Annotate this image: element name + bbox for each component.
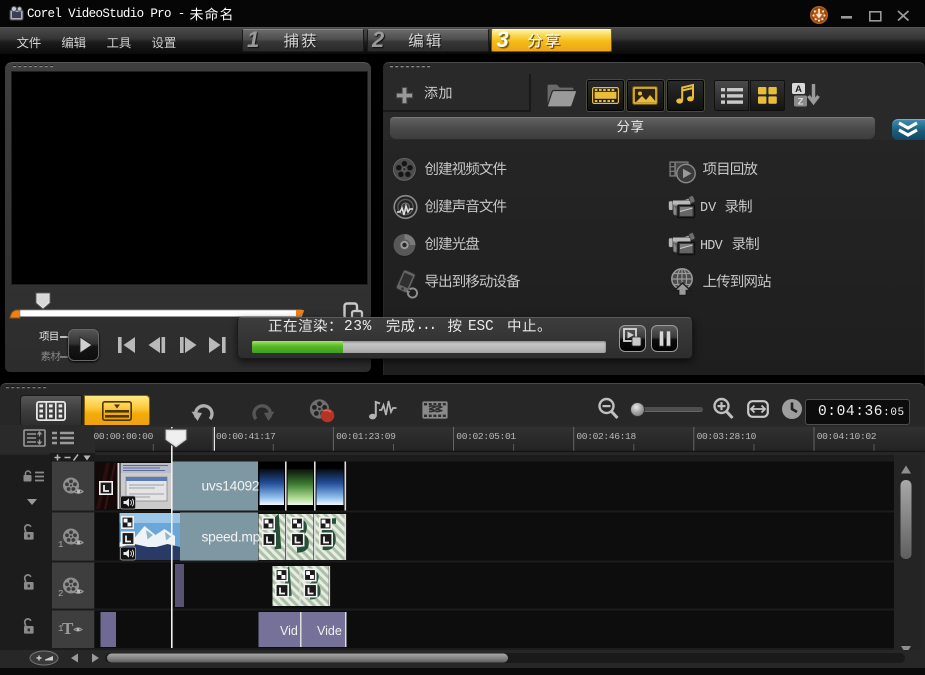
svg-text:Z: Z	[798, 97, 804, 108]
svg-text:Vide: Vide	[317, 624, 342, 638]
svg-text:uvs14092: uvs14092	[202, 479, 260, 494]
svg-text:00:04:10:02: 00:04:10:02	[817, 431, 877, 442]
svg-text:speed.mp: speed.mp	[202, 530, 261, 545]
svg-text:00:00:00:00: 00:00:00:00	[94, 431, 154, 442]
svg-text:Vid: Vid	[280, 624, 298, 638]
svg-text:00:00:41:17: 00:00:41:17	[216, 431, 275, 442]
svg-text:2: 2	[58, 589, 63, 599]
svg-text:00:01:23:09: 00:01:23:09	[336, 431, 396, 442]
svg-text:A: A	[795, 84, 802, 95]
svg-text:00:03:28:10: 00:03:28:10	[697, 431, 757, 442]
svg-text:00:02:05:01: 00:02:05:01	[456, 431, 516, 442]
svg-text:T: T	[62, 619, 74, 638]
svg-text:1: 1	[58, 540, 63, 550]
svg-text:00:02:46:18: 00:02:46:18	[576, 431, 636, 442]
